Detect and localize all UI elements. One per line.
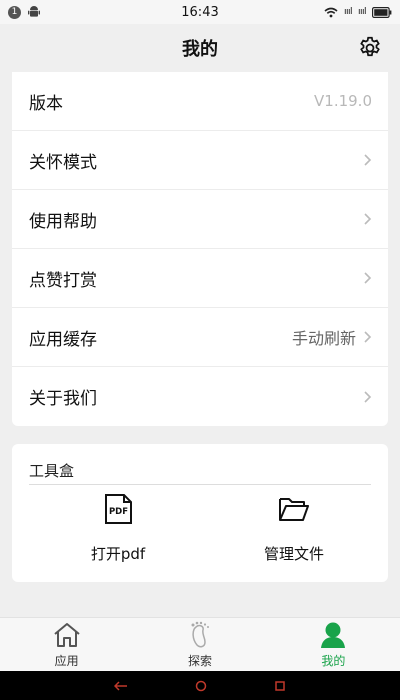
page-header: 我的 [0, 24, 400, 72]
row-right [362, 390, 372, 404]
status-right: ıııl ıııl [324, 6, 392, 18]
row-right: 手动刷新 [292, 325, 372, 349]
status-time: 16:43 [181, 4, 219, 20]
recents-square-icon[interactable] [274, 680, 286, 692]
chevron-right-icon [364, 154, 372, 166]
toolbox-title: 工具盒 [29, 462, 75, 480]
tab-explore[interactable]: 探索 [133, 618, 266, 671]
tab-mine[interactable]: 我的 [267, 618, 400, 671]
settings-row-cache[interactable]: 应用缓存 手动刷新 [12, 308, 388, 367]
settings-row-help[interactable]: 使用帮助 [12, 190, 388, 249]
tab-explore-label: 探索 [187, 653, 212, 668]
settings-row-care-mode[interactable]: 关怀模式 [12, 131, 388, 190]
row-right [362, 153, 372, 167]
status-left: 1 [8, 5, 41, 19]
tab-mine-label: 我的 [321, 653, 346, 668]
footprint-icon [185, 621, 215, 649]
user-icon [318, 621, 348, 649]
signal-icon-2: ıııl [357, 7, 367, 17]
row-right: V1.19.0 [314, 92, 372, 110]
chevron-right-icon [364, 331, 372, 343]
system-nav-bar [0, 671, 400, 700]
notification-badge: 1 [8, 5, 21, 19]
open-pdf-button[interactable]: PDF 打开pdf [58, 492, 178, 564]
home-icon [52, 621, 82, 649]
row-label: 版本 [29, 93, 63, 114]
status-bar: 1 16:43 ıııl ıııl [0, 0, 400, 24]
signal-icon: ıııl [343, 7, 353, 17]
battery-icon [372, 6, 392, 18]
open-pdf-label: 打开pdf [90, 545, 146, 563]
chevron-right-icon [364, 213, 372, 225]
settings-row-reward[interactable]: 点赞打赏 [12, 249, 388, 308]
row-label: 关于我们 [29, 389, 97, 409]
settings-button[interactable] [356, 34, 384, 62]
toolbox-card: 工具盒 PDF 打开pdf 管理文件 [12, 444, 388, 582]
bottom-tab-bar: 应用 探索 我的 [0, 617, 400, 671]
chevron-right-icon [364, 390, 372, 403]
gear-icon [360, 36, 380, 57]
row-label: 使用帮助 [29, 211, 97, 232]
tab-apps[interactable]: 应用 [0, 618, 133, 671]
row-right [362, 271, 372, 285]
back-arrow-icon[interactable] [113, 680, 128, 691]
row-right [362, 212, 372, 226]
folder-open-icon [277, 492, 311, 526]
toolbox-divider [29, 484, 371, 485]
chevron-right-icon [364, 272, 372, 284]
settings-row-about[interactable]: 关于我们 [12, 367, 388, 426]
android-icon [28, 6, 40, 17]
pdf-icon: PDF [101, 492, 135, 526]
wifi-icon [324, 7, 338, 17]
page-title: 我的 [182, 39, 218, 60]
pdf-icon-text: PDF [109, 507, 128, 517]
settings-row-version[interactable]: 版本 V1.19.0 [12, 72, 388, 131]
cache-refresh-value: 手动刷新 [291, 329, 356, 348]
settings-list: 版本 V1.19.0 关怀模式 使用帮助 点赞打赏 应用缓存 手动刷新 关于我们 [12, 72, 388, 426]
tab-apps-label: 应用 [54, 653, 79, 668]
row-label: 应用缓存 [29, 329, 97, 350]
manage-files-label: 管理文件 [263, 545, 324, 563]
home-circle-icon[interactable] [195, 680, 207, 692]
version-value: V1.19.0 [314, 92, 372, 110]
row-label: 关怀模式 [29, 152, 97, 173]
row-label: 点赞打赏 [29, 270, 97, 291]
manage-files-button[interactable]: 管理文件 [234, 492, 354, 564]
